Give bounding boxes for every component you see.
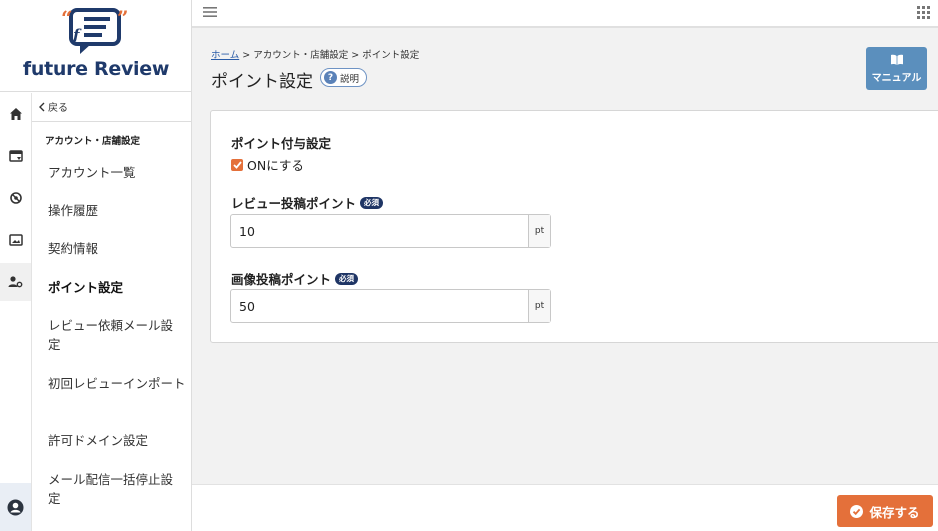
user-avatar-icon bbox=[7, 499, 24, 515]
grant-checkbox-row[interactable]: ONにする bbox=[231, 155, 304, 174]
review-points-label: レビュー投稿ポイント 必須 bbox=[231, 193, 384, 212]
nav-item-point-settings[interactable]: ポイント設定 bbox=[48, 278, 188, 297]
breadcrumb-separator: > bbox=[242, 50, 251, 61]
icon-rail bbox=[0, 93, 32, 531]
breadcrumb-home-link[interactable]: ホーム bbox=[211, 50, 239, 61]
required-badge: 必須 bbox=[335, 272, 359, 285]
grant-checkbox-label: ONにする bbox=[247, 158, 304, 173]
breadcrumb-separator: > bbox=[351, 50, 360, 61]
chevron-left-icon bbox=[39, 102, 45, 111]
grant-setting-label: ポイント付与設定 bbox=[231, 133, 331, 152]
review-window-icon bbox=[8, 150, 23, 162]
sub-navigation: 戻る アカウント・店舗設定 アカウント一覧 操作履歴 契約情報 ポイント設定 レ… bbox=[32, 93, 191, 531]
grant-setting-label-text: ポイント付与設定 bbox=[231, 136, 332, 151]
question-icon: ? bbox=[324, 71, 337, 84]
rail-sync[interactable] bbox=[0, 179, 31, 217]
rail-reviews[interactable] bbox=[0, 137, 31, 175]
rail-account-settings[interactable] bbox=[0, 263, 31, 301]
manual-label: マニュアル bbox=[871, 72, 922, 84]
settings-card: ポイント付与設定 ONにする レビュー投稿ポイント 必須 10 pt 画像投稿ポ… bbox=[210, 110, 938, 343]
svg-text:“: “ bbox=[61, 6, 73, 30]
check-icon bbox=[232, 160, 242, 169]
svg-text:”: ” bbox=[117, 6, 129, 30]
nav-item-contract-info[interactable]: 契約情報 bbox=[48, 239, 188, 258]
image-points-input[interactable]: 50 bbox=[231, 290, 528, 322]
home-icon bbox=[9, 108, 22, 120]
breadcrumb-level1: アカウント・店舗設定 bbox=[253, 50, 349, 61]
image-points-input-group: 50 pt bbox=[230, 289, 551, 323]
save-label: 保存する bbox=[869, 504, 920, 520]
review-points-label-text: レビュー投稿ポイント bbox=[231, 196, 357, 211]
breadcrumb: ホーム > アカウント・店舗設定 > ポイント設定 bbox=[211, 47, 419, 61]
top-bar bbox=[192, 0, 938, 28]
user-gear-icon bbox=[8, 276, 23, 288]
divider bbox=[32, 121, 191, 122]
image-icon bbox=[8, 234, 23, 246]
checkbox-checked[interactable] bbox=[231, 158, 243, 171]
sync-icon bbox=[9, 192, 22, 204]
nav-item-allowed-domains[interactable]: 許可ドメイン設定 bbox=[48, 431, 188, 450]
back-label: 戻る bbox=[48, 103, 68, 114]
back-link[interactable]: 戻る bbox=[38, 99, 68, 114]
nav-item-account-list[interactable]: アカウント一覧 bbox=[48, 163, 188, 182]
image-points-label-text: 画像投稿ポイント bbox=[231, 272, 332, 287]
logo[interactable]: “ ” f future Review bbox=[0, 0, 192, 92]
rail-media[interactable] bbox=[0, 221, 31, 259]
open-book-icon bbox=[890, 54, 903, 65]
nav-item-mail-unsubscribe[interactable]: メール配信一括停止設定 bbox=[48, 470, 184, 508]
help-label: 説明 bbox=[340, 73, 360, 85]
logo-speech-icon: “ ” f bbox=[61, 6, 129, 54]
sidebar: “ ” f future Review 戻る アカウント・店舗設定 アカウント一… bbox=[0, 0, 192, 531]
apps-grid-icon[interactable] bbox=[917, 6, 930, 19]
rail-profile[interactable] bbox=[0, 483, 31, 531]
breadcrumb-current: ポイント設定 bbox=[362, 50, 420, 61]
help-button[interactable]: ? 説明 bbox=[320, 68, 368, 87]
nav-item-review-request-mail[interactable]: レビュー依頼メール設定 bbox=[48, 316, 183, 354]
image-points-label: 画像投稿ポイント 必須 bbox=[231, 269, 359, 288]
footer-bar: 保存する bbox=[192, 484, 938, 531]
review-points-input[interactable]: 10 bbox=[231, 215, 528, 247]
image-points-unit: pt bbox=[528, 290, 550, 322]
logo-text: future Review bbox=[22, 58, 170, 80]
check-circle-icon bbox=[850, 504, 864, 518]
nav-item-initial-review-import[interactable]: 初回レビューインポート bbox=[48, 374, 188, 393]
rail-home[interactable] bbox=[0, 95, 31, 133]
section-title: アカウント・店舗設定 bbox=[45, 136, 141, 147]
save-button[interactable]: 保存する bbox=[837, 495, 933, 527]
page-title: ポイント設定 bbox=[211, 72, 313, 92]
manual-button[interactable]: マニュアル bbox=[866, 47, 927, 90]
review-points-input-group: 10 pt bbox=[230, 214, 551, 248]
nav-item-operation-history[interactable]: 操作履歴 bbox=[48, 201, 188, 220]
required-badge: 必須 bbox=[360, 196, 384, 209]
hamburger-menu-icon[interactable] bbox=[203, 6, 217, 18]
review-points-unit: pt bbox=[528, 215, 550, 247]
